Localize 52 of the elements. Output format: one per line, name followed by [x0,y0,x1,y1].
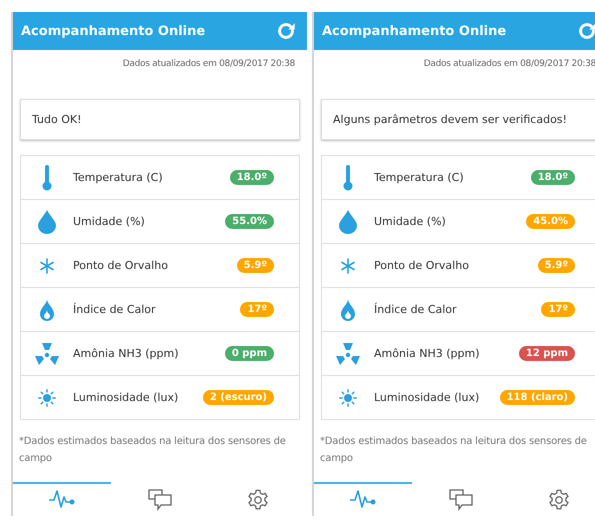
heartbeat-icon [349,489,377,509]
footnote: *Dados estimados baseados na leitura dos sensores de campo [319,435,588,466]
chat-bubbles-icon [449,489,473,511]
metric-label: Ponto de Orvalho [374,259,470,272]
metric-label: Índice de Calor [374,303,458,316]
metric-value: 45.0% [526,214,575,229]
radiation-icon [35,342,59,364]
metric-value: 17º [240,302,274,317]
metric-value: 5.9º [538,258,575,273]
metric-value: 12 ppm [518,346,575,361]
metric-value: 2 (escuro) [202,390,274,405]
snowflake-icon [340,258,356,274]
water-drop-icon [38,210,56,234]
metric-label: Amônia NH3 (ppm) [73,347,180,360]
metric-label: Luminosidade (lux) [73,391,180,404]
metric-value: 118 (claro) [500,390,575,405]
metric-value: 18.0º [230,170,274,185]
water-drop-icon [339,210,357,234]
metric-label: Temperatura (C) [73,171,164,184]
settings-icon [247,489,269,511]
metric-label: Umidade (%) [374,215,447,228]
metric-value: 0 ppm [224,346,274,361]
chat-bubbles-icon [148,489,172,511]
refresh-icon[interactable] [275,20,297,42]
heartbeat-icon [48,489,76,509]
status-message: Alguns parâmetros devem ser verificados! [321,99,595,140]
radiation-icon [336,342,360,364]
status-message: Tudo OK! [20,99,300,140]
flame-icon [40,298,54,320]
metric-label: Amônia NH3 (ppm) [374,347,480,360]
update-timestamp: Dados atualizados em 08/09/2017 20:38 [122,58,296,69]
metric-value: 17º [541,302,575,317]
metric-label: Luminosidade (lux) [374,391,480,404]
metric-value: 18.0º [530,170,575,185]
header-title: Acompanhamento Online [21,24,206,38]
metric-label: Umidade (%) [73,215,146,228]
sun-icon [38,388,56,406]
update-timestamp: Dados atualizados em 08/09/2017 20:38 [422,58,595,69]
header-title: Acompanhamento Online [322,24,506,38]
snowflake-icon [39,258,55,274]
metric-label: Índice de Calor [73,303,157,316]
flame-icon [341,298,355,320]
thermometer-icon [343,164,353,190]
refresh-icon[interactable] [576,20,595,42]
metric-value: 5.9º [236,258,274,273]
footnote: *Dados estimados baseados na leitura dos sensores de campo [18,435,287,466]
metric-label: Temperatura (C) [374,171,465,184]
settings-icon [548,489,570,511]
metric-label: Ponto de Orvalho [73,259,169,272]
sun-icon [339,388,357,406]
metric-value: 55.0% [225,214,274,229]
thermometer-icon [42,164,52,190]
